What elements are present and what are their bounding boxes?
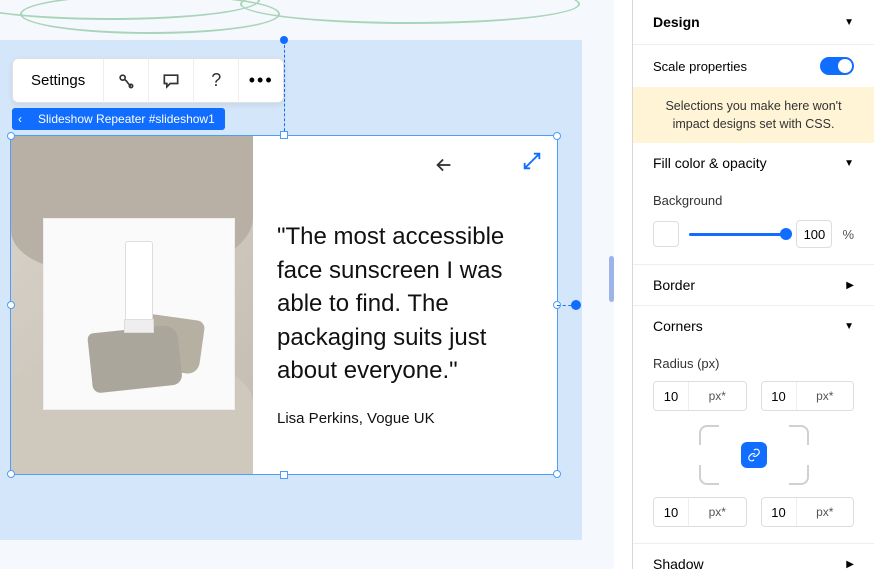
background-artwork <box>0 0 614 30</box>
css-warning-banner: Selections you make here won't impact de… <box>633 87 874 143</box>
resize-handle-mt[interactable] <box>280 131 288 139</box>
settings-button[interactable]: Settings <box>13 72 103 89</box>
resize-handle-ml[interactable] <box>7 301 15 309</box>
background-label: Background <box>633 183 874 212</box>
corners-section-header[interactable]: Corners <box>633 305 874 346</box>
inspector-panel: Design Scale properties Selections you m… <box>632 0 874 569</box>
radius-unit[interactable]: px* <box>796 498 854 526</box>
resize-handle-bl[interactable] <box>7 470 15 478</box>
scrollbar-thumb[interactable] <box>609 256 614 302</box>
shadow-section-title: Shadow <box>653 556 704 569</box>
resize-handle-tr[interactable] <box>553 132 561 140</box>
toggle-knob <box>838 59 852 73</box>
help-button[interactable]: ? <box>194 59 238 103</box>
scale-properties-label: Scale properties <box>653 59 747 74</box>
editor-canvas[interactable]: Settings ? ••• ‹ Slideshow Repeater #sli… <box>0 0 614 569</box>
scale-properties-row: Scale properties <box>633 45 874 87</box>
design-section-header[interactable]: Design <box>633 0 874 45</box>
shadow-section-header[interactable]: Shadow <box>633 543 874 569</box>
radius-tr-value[interactable] <box>762 382 796 410</box>
animation-button[interactable] <box>104 59 148 103</box>
radius-tl-value[interactable] <box>654 382 688 410</box>
corners-section-title: Corners <box>653 318 703 334</box>
anchor-dot[interactable] <box>280 36 288 44</box>
radius-bl-input[interactable]: px* <box>653 497 747 527</box>
radius-tl-input[interactable]: px* <box>653 381 747 411</box>
help-icon: ? <box>211 70 221 91</box>
background-opacity-row: % <box>633 212 874 264</box>
comment-button[interactable] <box>149 59 193 103</box>
radius-tr-input[interactable]: px* <box>761 381 855 411</box>
corner-radius-controls: px* px* px* px* <box>633 375 874 543</box>
link-corners-button[interactable] <box>741 442 767 468</box>
scale-properties-toggle[interactable] <box>820 57 854 75</box>
corner-link-diagram <box>653 421 854 487</box>
chevron-down-icon <box>844 16 854 28</box>
chevron-down-icon <box>844 320 854 332</box>
link-icon <box>747 448 761 462</box>
more-button[interactable]: ••• <box>239 59 283 103</box>
animation-icon <box>116 71 136 91</box>
border-section-title: Border <box>653 277 695 293</box>
fill-section-header[interactable]: Fill color & opacity <box>633 143 874 183</box>
more-icon: ••• <box>249 70 274 91</box>
radius-br-input[interactable]: px* <box>761 497 855 527</box>
next-slide-handle[interactable] <box>571 300 581 310</box>
radius-label: Radius (px) <box>633 346 874 375</box>
selection-breadcrumb[interactable]: ‹ Slideshow Repeater #slideshow1 <box>12 108 225 130</box>
breadcrumb-label[interactable]: Slideshow Repeater #slideshow1 <box>28 108 225 130</box>
floating-toolbar: Settings ? ••• <box>12 58 284 103</box>
border-section-header[interactable]: Border <box>633 264 874 305</box>
selection-frame[interactable] <box>10 135 558 475</box>
opacity-input[interactable] <box>796 220 832 248</box>
corner-indicator-br <box>789 465 809 485</box>
radius-unit[interactable]: px* <box>796 382 854 410</box>
radius-br-value[interactable] <box>762 498 796 526</box>
chevron-right-icon <box>846 279 854 291</box>
opacity-slider[interactable] <box>689 233 786 236</box>
background-color-swatch[interactable] <box>653 221 679 247</box>
comment-icon <box>161 71 181 91</box>
slider-thumb[interactable] <box>780 228 792 240</box>
breadcrumb-back-icon[interactable]: ‹ <box>12 108 28 130</box>
alignment-guide <box>284 40 285 136</box>
resize-handle-mb[interactable] <box>280 471 288 479</box>
corner-indicator-tl <box>699 425 719 445</box>
resize-handle-br[interactable] <box>553 470 561 478</box>
corner-indicator-bl <box>699 465 719 485</box>
radius-bl-value[interactable] <box>654 498 688 526</box>
chevron-right-icon <box>846 558 854 569</box>
fill-section-title: Fill color & opacity <box>653 155 767 171</box>
chevron-down-icon <box>844 157 854 169</box>
slider-fill <box>689 233 786 236</box>
design-section-title: Design <box>653 14 700 30</box>
radius-unit[interactable]: px* <box>688 382 746 410</box>
resize-handle-tl[interactable] <box>7 132 15 140</box>
radius-unit[interactable]: px* <box>688 498 746 526</box>
opacity-unit: % <box>842 227 854 242</box>
corner-indicator-tr <box>789 425 809 445</box>
